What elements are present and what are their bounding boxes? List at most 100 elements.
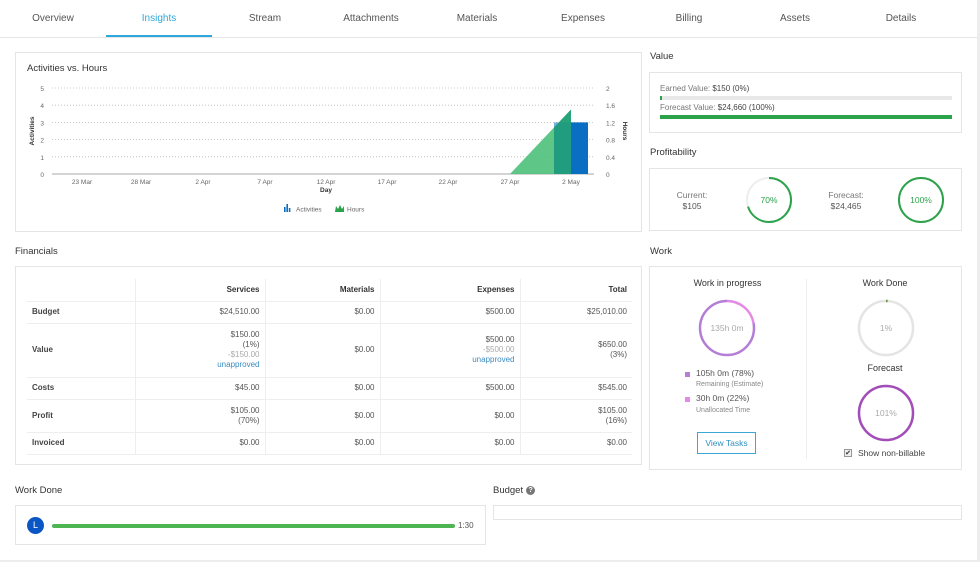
y2-tick-label: 0.4 — [606, 155, 615, 162]
x-tick-label: 12 Apr — [317, 179, 337, 186]
tab-materials[interactable]: Materials — [424, 0, 530, 37]
cell-value: (1%) — [242, 340, 260, 349]
financials-title: Financials — [15, 246, 58, 257]
work-done-title: Work Done — [862, 278, 908, 288]
legend-activities-label: Activities — [296, 207, 322, 214]
current-profit-amount: $105 — [682, 201, 702, 211]
table-row: Costs $45.00 $0.00 $500.00 $545.00 — [27, 377, 632, 400]
cell-total: $105.00 (16%) — [519, 399, 632, 433]
cell-value: $0.00 — [354, 345, 375, 354]
row-label: Value — [27, 323, 135, 378]
legend-activities-icon — [288, 208, 291, 212]
table-row: Budget $24,510.00 $0.00 $500.00 $25,010.00 — [27, 301, 632, 324]
financials-table: Services Materials Expenses Total Budget $24,… — [27, 279, 632, 455]
cell-services: $150.00 (1%) -$150.00 unapproved — [134, 323, 265, 378]
x-tick-label: 22 Apr — [439, 179, 459, 186]
wip-total-label: 135h 0m — [710, 323, 743, 333]
work-done-bar — [52, 524, 455, 528]
tab-assets[interactable]: Assets — [742, 0, 848, 37]
forecast-profit-ring: 100% — [898, 177, 944, 223]
unallocated-swatch — [685, 397, 690, 402]
table-row: Profit $105.00 (70%) $0.00 $0.00 $105.00 (16%) — [27, 399, 632, 433]
y2-tick-label: 1.2 — [606, 120, 615, 127]
forecast-title: Forecast — [867, 363, 903, 373]
y-tick-label: 0 — [40, 172, 44, 179]
unapproved-link[interactable]: unapproved — [386, 355, 514, 365]
legend-activities-icon — [284, 207, 286, 212]
cell-total: $650.00 (3%) — [519, 323, 632, 378]
tab-bar: Overview Insights Stream Attachments Materia… — [0, 0, 977, 38]
cell-materials: $0.00 — [264, 399, 380, 433]
column-header: Total — [519, 279, 632, 302]
cell-materials: $0.00 — [264, 301, 380, 324]
cell-value: $0.00 — [354, 410, 375, 420]
tab-details[interactable]: Details — [848, 0, 954, 37]
column-header: Expenses — [379, 279, 520, 302]
unallocated-value: 30h 0m (22%) — [696, 393, 750, 403]
row-label: Budget — [27, 301, 135, 324]
y2-tick-label: 0 — [606, 172, 610, 179]
x-tick-label: 7 Apr — [257, 179, 273, 186]
tab-billing[interactable]: Billing — [636, 0, 742, 37]
help-icon[interactable]: ? — [526, 485, 536, 495]
current-profit: Current: $105 — [668, 190, 716, 212]
forecast-value-bar — [660, 115, 952, 119]
y2-tick-label: 2 — [606, 86, 610, 93]
cell-value: $0.00 — [239, 438, 260, 447]
view-tasks-button[interactable]: View Tasks — [697, 432, 756, 454]
cell-value: $545.00 — [598, 383, 627, 392]
cell-expenses: $0.00 — [379, 432, 520, 455]
y-tick-label: 1 — [40, 155, 44, 162]
cell-services: $105.00 (70%) — [134, 399, 265, 433]
work-done-ring: 1% — [857, 299, 915, 357]
profitability-title: Profitability — [650, 147, 697, 158]
cell-value: $0.00 — [354, 307, 375, 316]
work-done-section-title: Work Done — [15, 485, 63, 496]
cell-value: $0.00 — [494, 410, 515, 420]
cell-value: (16%) — [605, 415, 627, 425]
tab-overview[interactable]: Overview — [0, 0, 106, 37]
work-forecast-ring-label: 101% — [875, 408, 897, 418]
column-header: Materials — [264, 279, 380, 302]
cell-value: $45.00 — [235, 383, 260, 392]
forecast-profit-amount: $24,465 — [830, 201, 862, 211]
cell-materials: $0.00 — [264, 323, 380, 378]
cell-expenses: $500.00 — [379, 377, 520, 400]
tab-attachments[interactable]: Attachments — [318, 0, 424, 37]
unapproved-link[interactable]: unapproved — [141, 360, 259, 370]
work-card: Work in progress 135h 0m 105h 0m (78%) R… — [649, 266, 962, 470]
cell-value: $150.00 — [230, 330, 260, 339]
table-header: Services Materials Expenses Total — [27, 279, 632, 302]
forecast-value-label: Forecast Value: $24,660 (100%) — [660, 103, 775, 112]
value-card: Earned Value: $150 (0%) Forecast Value: … — [649, 72, 962, 133]
show-non-billable-label[interactable]: Show non-billable — [858, 448, 925, 458]
y2-tick-label: 1.6 — [606, 103, 615, 110]
forecast-profit-label: Forecast: — [828, 190, 864, 200]
cell-value: $24,510.00 — [219, 307, 260, 316]
remaining-label: Remaining (Estimate) — [696, 381, 764, 388]
table-row: Invoiced $0.00 $0.00 $0.00 $0.00 — [27, 432, 632, 455]
earned-value-amount: $150 (0%) — [712, 84, 750, 93]
cell-unapproved-amount: -$150.00 — [227, 350, 260, 359]
cell-value: $105.00 — [230, 405, 260, 415]
cell-value: $500.00 — [485, 335, 515, 344]
financials-card: Services Materials Expenses Total Budget $24,… — [15, 266, 642, 465]
column-header: Services — [134, 279, 265, 302]
budget-card — [493, 505, 962, 520]
cell-value: $0.00 — [606, 438, 627, 447]
tab-expenses[interactable]: Expenses — [530, 0, 636, 37]
x-tick-label: 27 Apr — [501, 179, 521, 186]
cell-services: $45.00 — [134, 377, 265, 400]
tab-stream[interactable]: Stream — [212, 0, 318, 37]
tab-insights[interactable]: Insights — [106, 0, 212, 37]
earned-value-bar — [660, 96, 952, 100]
cell-expenses: $500.00 — [379, 301, 520, 324]
current-profit-ring: 70% — [746, 177, 792, 223]
x-tick-label: 28 Mar — [131, 179, 152, 186]
show-non-billable-checkbox[interactable]: ✔ — [844, 449, 852, 457]
cell-value: $105.00 — [598, 405, 627, 415]
work-done-ring-label: 1% — [880, 323, 893, 333]
avatar[interactable]: L — [27, 517, 44, 534]
cell-services: $0.00 — [134, 432, 265, 455]
cell-materials: $0.00 — [264, 432, 380, 455]
